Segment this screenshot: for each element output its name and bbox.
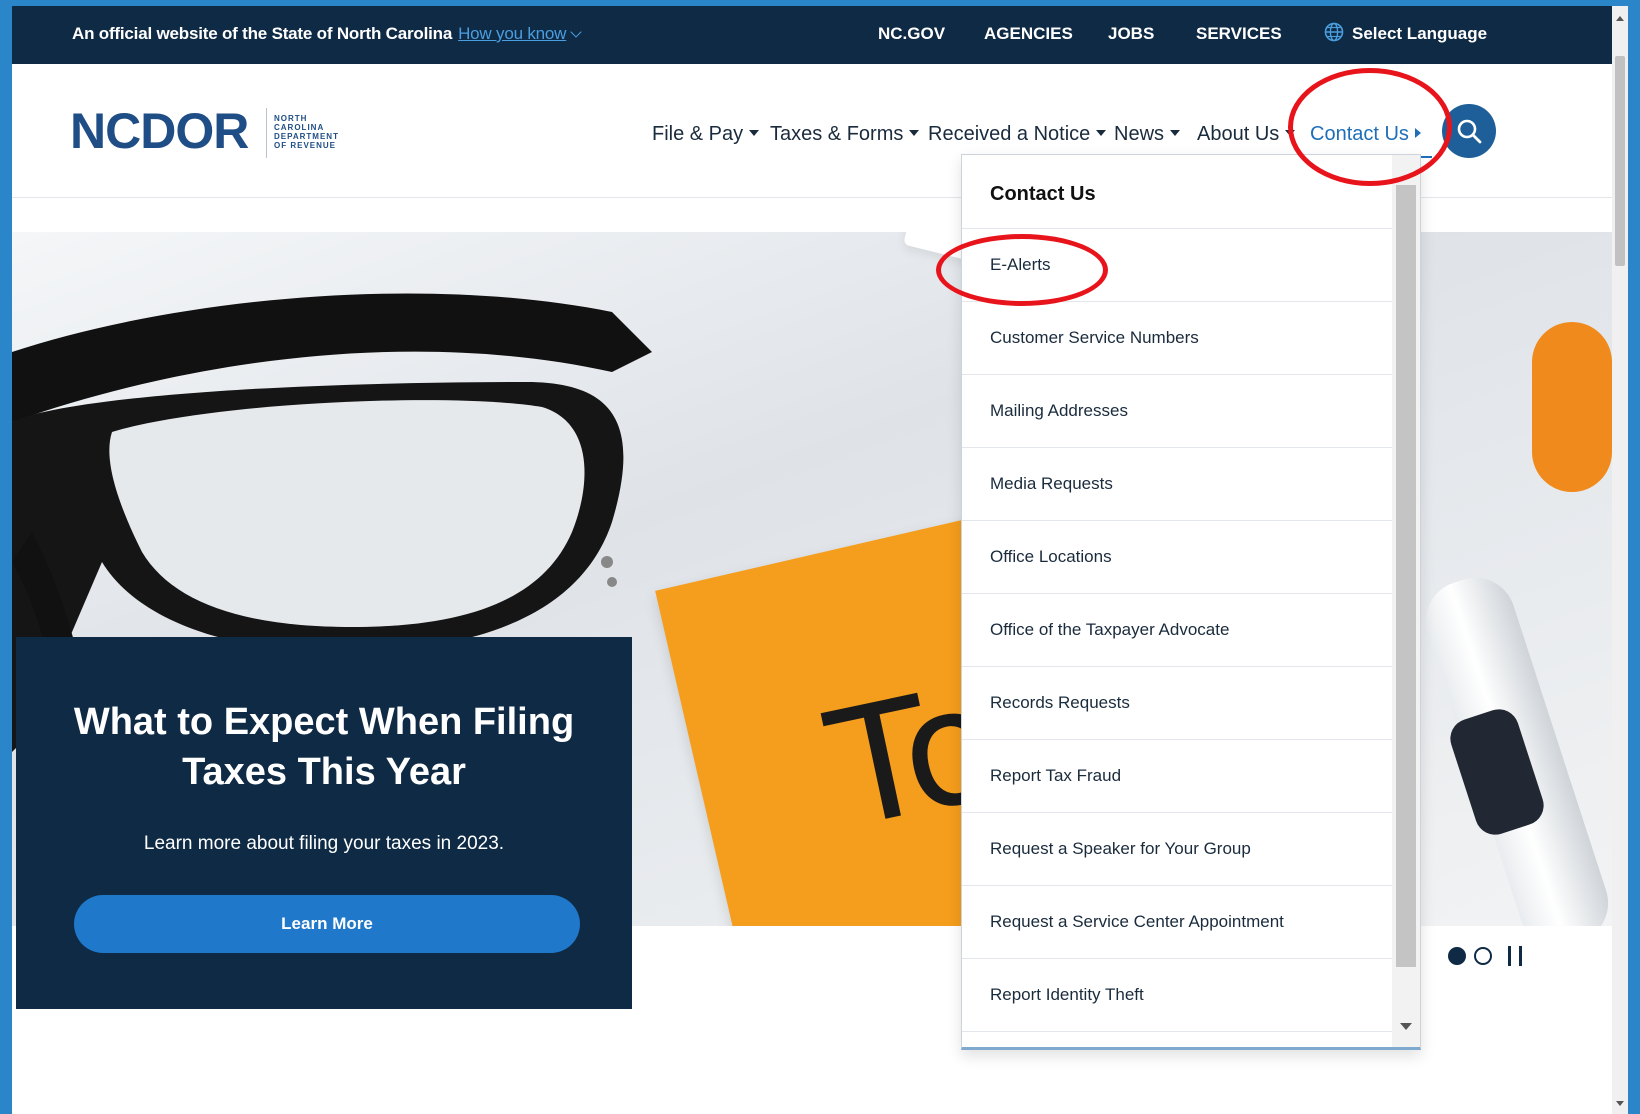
agencies-link[interactable]: AGENCIES bbox=[984, 24, 1073, 44]
contact-us-dropdown: Contact Us E-Alerts Customer Service Num… bbox=[961, 154, 1421, 1050]
menu-item-label: Mailing Addresses bbox=[990, 401, 1128, 420]
menu-item-report-identity-theft[interactable]: Report Identity Theft bbox=[962, 959, 1392, 1032]
menu-item-records-requests[interactable]: Records Requests bbox=[962, 667, 1392, 740]
nav-label: News bbox=[1114, 123, 1165, 145]
caret-down-icon bbox=[1285, 130, 1296, 136]
menu-item-label: Report Tax Fraud bbox=[990, 766, 1122, 785]
menu-item-label: E-Alerts bbox=[990, 255, 1051, 274]
caret-down-icon bbox=[1170, 130, 1181, 136]
ncgov-link[interactable]: NC.GOV bbox=[878, 24, 945, 44]
scroll-up-arrow-icon[interactable] bbox=[1616, 16, 1624, 21]
page-scroll-thumb[interactable] bbox=[1615, 56, 1625, 266]
scroll-down-arrow-icon[interactable] bbox=[1400, 1023, 1412, 1030]
chevron-down-icon bbox=[570, 26, 582, 38]
select-language-button[interactable]: Select Language bbox=[1352, 24, 1487, 44]
menu-item-media-requests[interactable]: Media Requests bbox=[962, 448, 1392, 521]
logo-sub-line: DEPARTMENT bbox=[274, 132, 339, 141]
official-text: An official website of the State of Nort… bbox=[72, 24, 453, 43]
menu-item-label: Office of the Taxpayer Advocate bbox=[990, 620, 1230, 639]
dropdown-scrollbar[interactable] bbox=[1392, 155, 1420, 1047]
caret-down-icon bbox=[909, 130, 920, 136]
hero-text-panel: What to Expect When Filing Taxes This Ye… bbox=[16, 637, 632, 1009]
orange-object-image bbox=[1532, 322, 1612, 492]
menu-item-request-speaker[interactable]: Request a Speaker for Your Group bbox=[962, 813, 1392, 886]
menu-item-label: Request a Speaker for Your Group bbox=[990, 839, 1251, 858]
logo-wordmark: NCDOR bbox=[70, 103, 249, 159]
carousel-dot-active[interactable] bbox=[1448, 947, 1466, 965]
how-you-know-link[interactable]: How you know bbox=[458, 24, 566, 43]
logo-divider bbox=[266, 108, 267, 158]
hero-subtitle: Learn more about filing your taxes in 20… bbox=[143, 833, 505, 854]
caret-down-icon bbox=[749, 130, 760, 136]
official-notice: An official website of the State of Nort… bbox=[72, 24, 582, 44]
nav-contact-us[interactable]: Contact Us bbox=[1310, 123, 1421, 146]
menu-item-label: Media Requests bbox=[990, 474, 1113, 493]
nav-label: Taxes & Forms bbox=[770, 123, 904, 145]
nav-about-us[interactable]: About Us bbox=[1197, 123, 1296, 146]
menu-item-label: Request a Service Center Appointment bbox=[990, 912, 1284, 931]
page-scrollbar[interactable] bbox=[1612, 6, 1628, 1114]
search-button[interactable] bbox=[1442, 104, 1496, 158]
globe-icon bbox=[1324, 22, 1344, 42]
search-icon bbox=[1457, 119, 1482, 144]
dropdown-heading: Contact Us bbox=[962, 155, 1392, 229]
scroll-down-arrow-icon[interactable] bbox=[1616, 1101, 1624, 1106]
nav-label: File & Pay bbox=[652, 123, 744, 145]
logo-sub-line: CAROLINA bbox=[274, 123, 325, 132]
services-link[interactable]: SERVICES bbox=[1196, 24, 1282, 44]
caret-right-icon bbox=[1414, 128, 1421, 138]
menu-item-label: Records Requests bbox=[990, 693, 1130, 712]
logo-subtitle: NORTH CAROLINA DEPARTMENT OF REVENUE bbox=[274, 114, 374, 150]
menu-item-taxpayer-advocate[interactable]: Office of the Taxpayer Advocate bbox=[962, 594, 1392, 667]
jobs-link[interactable]: JOBS bbox=[1108, 24, 1154, 44]
menu-item-label: Office Locations bbox=[990, 547, 1112, 566]
hero-title: What to Expect When Filing Taxes This Ye… bbox=[73, 701, 575, 793]
official-banner: An official website of the State of Nort… bbox=[12, 6, 1624, 64]
nav-file-pay[interactable]: File & Pay bbox=[652, 123, 760, 146]
menu-item-report-tax-fraud[interactable]: Report Tax Fraud bbox=[962, 740, 1392, 813]
caret-down-icon bbox=[1096, 130, 1107, 136]
dropdown-heading-text: Contact Us bbox=[990, 183, 1096, 205]
menu-item-mailing-addresses[interactable]: Mailing Addresses bbox=[962, 375, 1392, 448]
nav-taxes-forms[interactable]: Taxes & Forms bbox=[770, 123, 920, 146]
carousel-dot[interactable] bbox=[1474, 947, 1492, 965]
browser-viewport: An official website of the State of Nort… bbox=[12, 6, 1624, 1114]
menu-item-e-alerts[interactable]: E-Alerts bbox=[962, 229, 1392, 302]
nav-label: About Us bbox=[1197, 123, 1280, 145]
menu-item-label: Report Identity Theft bbox=[990, 985, 1144, 1004]
menu-item-label: Customer Service Numbers bbox=[990, 328, 1199, 347]
menu-item-service-center-appointment[interactable]: Request a Service Center Appointment bbox=[962, 886, 1392, 959]
dropdown-scroll-thumb[interactable] bbox=[1396, 185, 1416, 967]
menu-item-customer-service-numbers[interactable]: Customer Service Numbers bbox=[962, 302, 1392, 375]
learn-more-button[interactable]: Learn More bbox=[74, 895, 580, 953]
logo-sub-line: NORTH bbox=[274, 114, 308, 123]
logo-sub-line: OF REVENUE bbox=[274, 141, 337, 150]
nav-received-notice[interactable]: Received a Notice bbox=[928, 123, 1107, 146]
nav-label: Contact Us bbox=[1310, 123, 1409, 145]
pause-icon[interactable] bbox=[1508, 946, 1522, 966]
nav-label: Received a Notice bbox=[928, 123, 1091, 145]
menu-item-office-locations[interactable]: Office Locations bbox=[962, 521, 1392, 594]
nav-news[interactable]: News bbox=[1114, 123, 1181, 146]
